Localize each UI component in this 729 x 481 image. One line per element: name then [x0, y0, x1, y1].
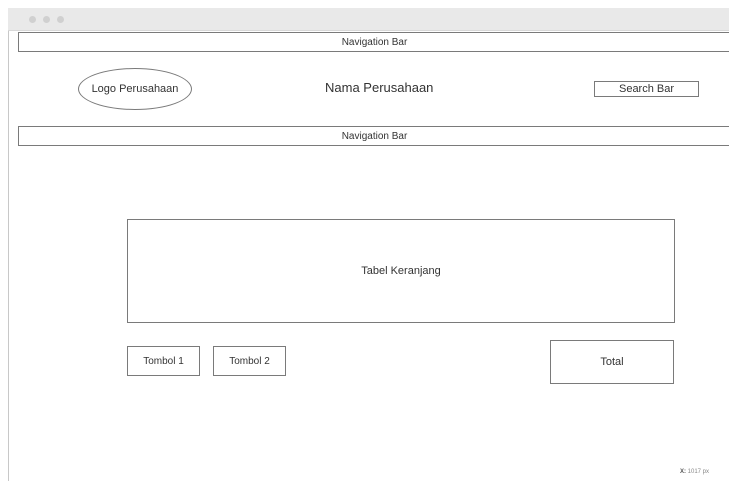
company-logo[interactable]: Logo Perusahaan	[78, 68, 192, 110]
total-box: Total	[550, 340, 674, 384]
window-titlebar	[8, 8, 729, 31]
coordinate-readout: X: 1017 px	[680, 469, 709, 475]
secondary-navigation-bar[interactable]: Navigation Bar	[18, 126, 729, 146]
button-1[interactable]: Tombol 1	[127, 346, 200, 376]
button-2-label: Tombol 2	[229, 355, 270, 367]
company-logo-label: Logo Perusahaan	[91, 83, 179, 95]
top-navigation-bar-label: Navigation Bar	[341, 36, 408, 48]
total-label: Total	[600, 356, 624, 368]
close-window-icon[interactable]	[29, 16, 36, 23]
button-2[interactable]: Tombol 2	[213, 346, 286, 376]
search-bar[interactable]: Search Bar	[594, 81, 699, 97]
company-name: Nama Perusahaan	[325, 80, 434, 95]
coordinate-value: 1017 px	[687, 469, 710, 475]
cart-table: Tabel Keranjang	[127, 219, 675, 323]
minimize-window-icon[interactable]	[43, 16, 50, 23]
button-1-label: Tombol 1	[143, 355, 184, 367]
search-bar-label: Search Bar	[618, 83, 675, 95]
cart-table-label: Tabel Keranjang	[361, 265, 441, 277]
secondary-navigation-bar-label: Navigation Bar	[341, 130, 408, 142]
maximize-window-icon[interactable]	[57, 16, 64, 23]
coordinate-axis-label: X:	[680, 469, 686, 475]
top-navigation-bar[interactable]: Navigation Bar	[18, 32, 729, 52]
